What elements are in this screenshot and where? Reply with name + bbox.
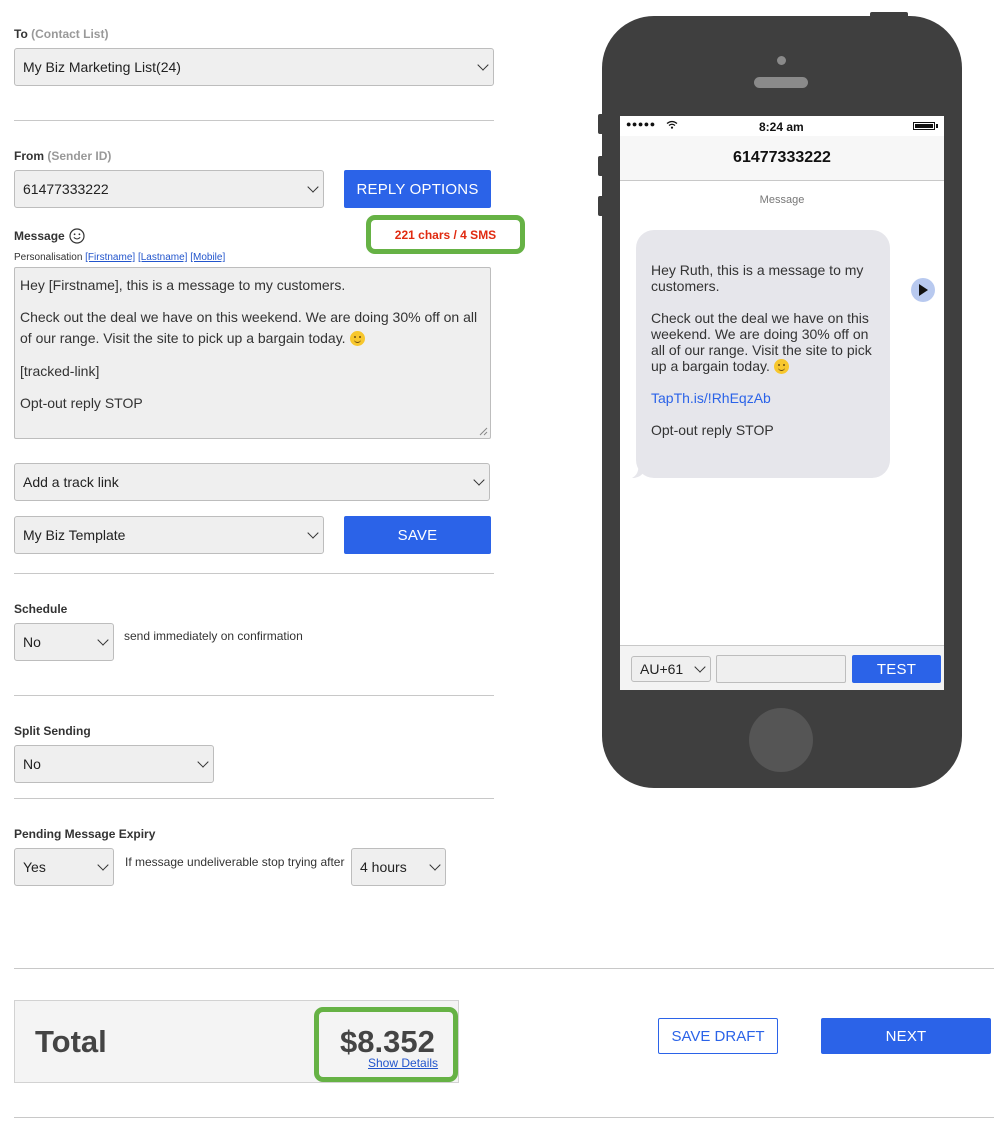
- reply-options-label: REPLY OPTIONS: [356, 180, 479, 198]
- save-draft-button[interactable]: SAVE DRAFT: [658, 1018, 778, 1054]
- chevron-down-icon: [694, 661, 706, 673]
- expiry-label: Pending Message Expiry: [14, 827, 156, 841]
- to-label-text: To: [14, 27, 28, 41]
- phone-camera: [777, 56, 786, 65]
- save-draft-label: SAVE DRAFT: [671, 1027, 765, 1045]
- show-details-link[interactable]: Show Details: [368, 1056, 438, 1070]
- message-bubble: Hey Ruth, this is a message to my custom…: [636, 230, 890, 478]
- to-label: To (Contact List): [14, 27, 108, 41]
- message-line: Check out the deal we have on this weeke…: [20, 307, 485, 349]
- bubble-greeting: Hey Ruth, this is a message to my custom…: [651, 262, 864, 294]
- template-select[interactable]: My Biz Template: [14, 516, 324, 554]
- phone-time: 8:24 am: [759, 120, 804, 134]
- from-sublabel: (Sender ID): [47, 149, 112, 163]
- from-label: From (Sender ID): [14, 149, 111, 163]
- char-count-highlight: 221 chars / 4 SMS: [366, 215, 525, 254]
- divider: [14, 120, 494, 121]
- expiry-duration-select[interactable]: 4 hours: [351, 848, 446, 886]
- sender-id-value: 61477333222: [23, 181, 109, 197]
- expiry-select[interactable]: Yes: [14, 848, 114, 886]
- save-template-label: SAVE: [397, 526, 438, 544]
- next-button[interactable]: NEXT: [821, 1018, 991, 1054]
- message-label-text: Message: [14, 229, 65, 243]
- bubble-body: Check out the deal we have on this weeke…: [651, 310, 878, 374]
- test-send-label: TEST: [876, 660, 917, 678]
- expiry-note: If message undeliverable stop trying aft…: [125, 855, 345, 869]
- contact-list-value: My Biz Marketing List: [23, 59, 157, 75]
- token-lastname[interactable]: [Lastname]: [138, 252, 187, 263]
- chevron-down-icon: [97, 859, 109, 871]
- smile-emoji-icon: [773, 359, 789, 374]
- divider: [14, 968, 994, 969]
- chevron-down-icon: [477, 59, 489, 71]
- personalisation-label: Personalisation: [14, 252, 83, 263]
- schedule-label: Schedule: [14, 602, 68, 616]
- bubble-tracked-link[interactable]: TapTh.is/!RhEqzAb: [651, 390, 878, 406]
- total-amount: $8.352: [340, 1024, 435, 1059]
- schedule-select[interactable]: No: [14, 623, 114, 661]
- country-code-value: AU+61: [640, 661, 684, 677]
- personalisation-row: Personalisation [Firstname] [Lastname] […: [14, 252, 225, 263]
- chevron-down-icon: [197, 756, 209, 768]
- chevron-down-icon: [429, 859, 441, 871]
- track-link-value: Add a track link: [23, 474, 119, 490]
- battery-tip: [936, 124, 938, 128]
- chevron-down-icon: [307, 527, 319, 539]
- country-code-select[interactable]: AU+61: [631, 656, 711, 682]
- save-template-button[interactable]: SAVE: [344, 516, 491, 554]
- track-link-select[interactable]: Add a track link: [14, 463, 490, 501]
- total-label: Total: [35, 1024, 107, 1059]
- to-sublabel: (Contact List): [31, 27, 109, 41]
- play-icon: [919, 284, 928, 296]
- phone-contact-number: 61477333222: [733, 149, 831, 166]
- chevron-down-icon: [307, 181, 319, 193]
- split-sending-value: No: [23, 756, 41, 772]
- message-body-text: Check out the deal we have on this weeke…: [20, 309, 478, 346]
- play-preview-button[interactable]: [911, 278, 935, 302]
- wifi-icon: [666, 120, 678, 129]
- chevron-down-icon: [97, 634, 109, 646]
- divider: [14, 798, 494, 799]
- message-textarea[interactable]: Hey [Firstname], this is a message to my…: [14, 267, 491, 439]
- message-line: Opt-out reply STOP: [20, 395, 143, 411]
- divider: [14, 1117, 994, 1118]
- emoji-picker-icon[interactable]: [69, 228, 85, 244]
- test-number-input[interactable]: [716, 655, 846, 683]
- test-send-button[interactable]: TEST: [852, 655, 941, 683]
- schedule-note: send immediately on confirmation: [124, 629, 303, 643]
- token-mobile[interactable]: [Mobile]: [190, 252, 225, 263]
- resize-handle-icon[interactable]: [479, 427, 488, 436]
- char-count: 221 chars / 4 SMS: [394, 227, 497, 242]
- template-value: My Biz Template: [23, 527, 126, 543]
- message-line: [tracked-link]: [20, 363, 100, 379]
- split-sending-select[interactable]: No: [14, 745, 214, 783]
- phone-home-button: [749, 708, 813, 772]
- reply-options-button[interactable]: REPLY OPTIONS: [344, 170, 491, 208]
- bubble-optout: Opt-out reply STOP: [651, 422, 774, 438]
- divider: [14, 573, 494, 574]
- message-label: Message: [14, 228, 85, 244]
- from-label-text: From: [14, 149, 44, 163]
- split-sending-label: Split Sending: [14, 724, 91, 738]
- token-firstname[interactable]: [Firstname]: [85, 252, 135, 263]
- message-line: Hey [Firstname], this is a message to my…: [20, 277, 346, 293]
- phone-speaker: [754, 77, 808, 88]
- next-label: NEXT: [885, 1027, 927, 1045]
- battery-icon: [913, 122, 935, 130]
- expiry-duration-value: 4 hours: [360, 859, 407, 875]
- contact-list-count: (24): [156, 59, 181, 75]
- signal-strength-icon: ●●●●●: [626, 119, 656, 129]
- schedule-value: No: [23, 634, 41, 650]
- bubble-body-text: Check out the deal we have on this weeke…: [651, 310, 872, 374]
- smile-emoji-icon: [349, 331, 365, 346]
- phone-message-header: Message: [759, 194, 805, 206]
- chevron-down-icon: [473, 474, 485, 486]
- expiry-value: Yes: [23, 859, 46, 875]
- contact-list-select[interactable]: My Biz Marketing List (24): [14, 48, 494, 86]
- divider: [14, 695, 494, 696]
- sender-id-select[interactable]: 61477333222: [14, 170, 324, 208]
